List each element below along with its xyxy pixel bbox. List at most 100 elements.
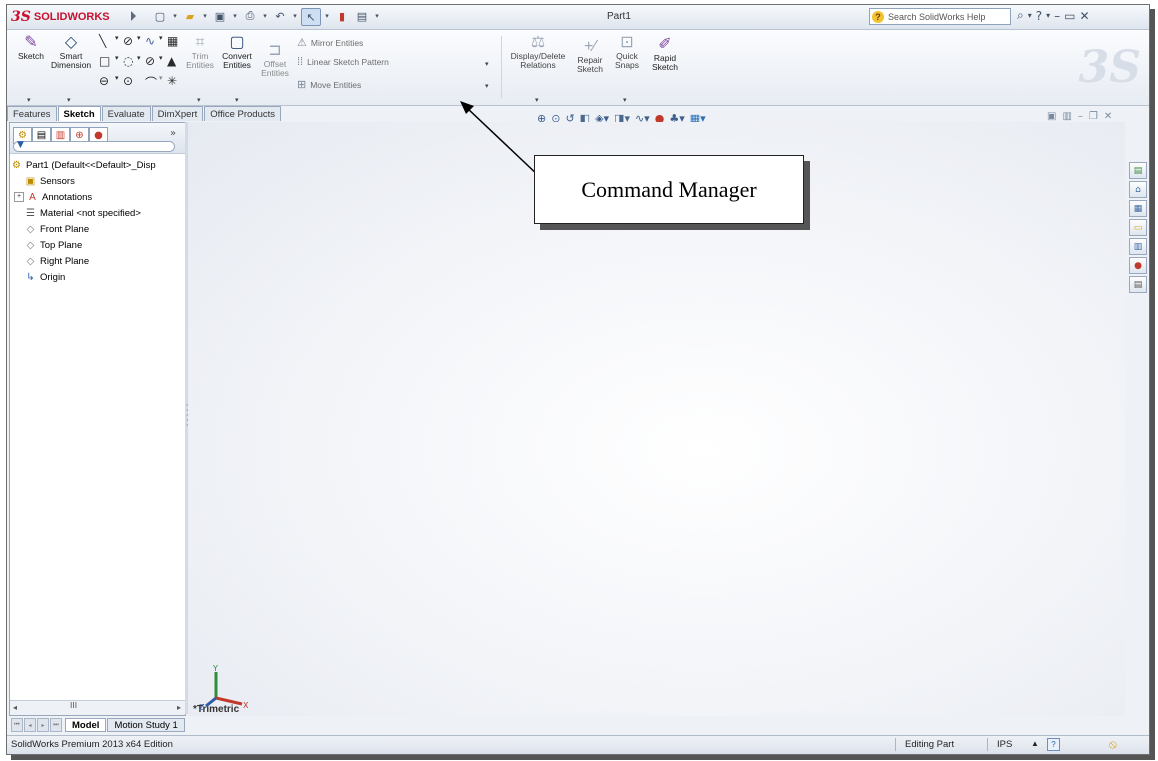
- tree-item-sensors[interactable]: ▣ Sensors: [10, 173, 185, 189]
- save-icon[interactable]: ▣: [211, 8, 229, 24]
- chevron-down-icon[interactable]: ▾: [201, 8, 209, 24]
- tree-item-material[interactable]: ☰ Material <not specified>: [10, 205, 185, 221]
- slot-icon[interactable]: ⊖: [99, 74, 109, 88]
- tree-item-origin[interactable]: ↳ Origin: [10, 269, 185, 285]
- options-icon[interactable]: ▤: [353, 8, 371, 24]
- chevron-down-icon[interactable]: ▾: [27, 96, 31, 104]
- tree-item-front-plane[interactable]: ◇ Front Plane: [10, 221, 185, 237]
- chevron-down-icon[interactable]: ▾: [1028, 11, 1032, 20]
- tab-office-products[interactable]: Office Products: [204, 106, 282, 121]
- sketch-text-icon[interactable]: ▲: [167, 54, 176, 68]
- tree-item-right-plane[interactable]: ◇ Right Plane: [10, 253, 185, 269]
- chevron-down-icon[interactable]: ▾: [323, 8, 331, 24]
- open-icon[interactable]: ▰: [181, 8, 199, 24]
- rapid-sketch-button[interactable]: ✐ Rapid Sketch: [647, 36, 683, 72]
- tile-icon[interactable]: ▣: [1047, 111, 1056, 122]
- mirror-entities-button[interactable]: ⚠ Mirror Entities: [297, 36, 363, 49]
- help-search-input[interactable]: ? Search SolidWorks Help: [869, 8, 1011, 25]
- chevron-down-icon[interactable]: ▾: [67, 96, 71, 104]
- tile-vertical-icon[interactable]: ▥: [1062, 111, 1071, 122]
- chevron-down-icon[interactable]: ▾: [115, 54, 119, 62]
- file-explorer-icon[interactable]: ▦: [1129, 200, 1147, 217]
- scroll-right-icon[interactable]: ▸: [177, 703, 181, 712]
- polygon-icon[interactable]: ⊙: [123, 74, 133, 88]
- ellipse-icon[interactable]: ⊘: [145, 54, 155, 68]
- first-tab-icon[interactable]: ⏮: [11, 718, 23, 732]
- folder-icon[interactable]: ▭: [1129, 219, 1147, 236]
- tab-evaluate[interactable]: Evaluate: [101, 106, 151, 121]
- help-icon[interactable]: ?: [1036, 9, 1042, 23]
- offset-entities-button[interactable]: ⊐ Offset Entities: [257, 42, 293, 78]
- rebuild-status-icon[interactable]: ⦸: [1109, 737, 1117, 752]
- close-icon[interactable]: ✕: [1079, 9, 1089, 23]
- chevron-down-icon[interactable]: ▾: [535, 96, 539, 104]
- chevron-down-icon[interactable]: ▾: [1046, 11, 1050, 20]
- repair-sketch-button[interactable]: +⁄ Repair Sketch: [573, 38, 607, 74]
- rebuild-icon[interactable]: ▮: [333, 8, 351, 24]
- chevron-down-icon[interactable]: ▾: [171, 8, 179, 24]
- chevron-down-icon[interactable]: ▾: [159, 74, 163, 82]
- move-entities-button[interactable]: ⊞ Move Entities: [297, 78, 361, 91]
- search-icon[interactable]: ⌕: [1017, 8, 1024, 23]
- tree-item-annotations[interactable]: + A Annotations: [10, 189, 185, 205]
- menu-expand-icon[interactable]: [131, 11, 136, 21]
- display-delete-relations-button[interactable]: ⚖ Display/Delete Relations: [505, 34, 571, 70]
- minimize-icon[interactable]: –: [1054, 9, 1060, 23]
- line-icon[interactable]: ╲: [99, 34, 106, 48]
- more-tabs-icon[interactable]: »: [170, 128, 176, 139]
- chevron-down-icon[interactable]: ▾: [115, 34, 119, 42]
- spline-icon[interactable]: ∿: [145, 34, 155, 48]
- tab-model[interactable]: Model: [65, 718, 107, 732]
- feature-filter-input[interactable]: ▼: [13, 140, 175, 152]
- text-icon[interactable]: ▦: [167, 34, 178, 48]
- tab-dimxpert[interactable]: DimXpert: [151, 106, 204, 121]
- chevron-down-icon[interactable]: ▾: [373, 8, 381, 24]
- tree-item-top-plane[interactable]: ◇ Top Plane: [10, 237, 185, 253]
- appearances-icon[interactable]: ●: [1129, 257, 1147, 274]
- solidworks-logo[interactable]: 3S SOLIDWORKS: [11, 8, 129, 25]
- custom-properties-icon[interactable]: ▤: [1129, 276, 1147, 293]
- expand-icon[interactable]: +: [14, 192, 24, 202]
- panel-horizontal-scrollbar[interactable]: ◂ III ▸: [10, 700, 185, 715]
- tree-root-part[interactable]: ⚙ Part1 (Default<<Default>_Disp: [10, 157, 185, 173]
- tab-motion-study[interactable]: Motion Study 1: [107, 718, 185, 732]
- chevron-down-icon[interactable]: ▾: [235, 96, 239, 104]
- scroll-thumb-grip[interactable]: III: [70, 701, 77, 710]
- rectangle-icon[interactable]: □: [99, 54, 110, 68]
- minimize-icon[interactable]: –: [1078, 111, 1083, 122]
- undo-icon[interactable]: ↶: [271, 8, 289, 24]
- linear-sketch-pattern-button[interactable]: ⁞⁞ Linear Sketch Pattern: [297, 56, 389, 68]
- chevron-down-icon[interactable]: ▾: [261, 8, 269, 24]
- units-selector[interactable]: IPS: [997, 739, 1012, 750]
- smart-dimension-button[interactable]: ◇ Smart Dimension: [51, 34, 91, 70]
- close-icon[interactable]: ✕: [1104, 111, 1112, 122]
- tab-features[interactable]: Features: [7, 106, 57, 121]
- design-library-icon[interactable]: ⌂: [1129, 181, 1147, 198]
- chevron-down-icon[interactable]: ▾: [137, 54, 141, 62]
- chevron-down-icon[interactable]: ▾: [137, 34, 141, 42]
- fillet-icon[interactable]: ⌒: [145, 74, 157, 91]
- print-icon[interactable]: ⎙: [241, 8, 259, 24]
- chevron-down-icon[interactable]: ▾: [485, 60, 489, 68]
- restore-icon[interactable]: ▭: [1064, 9, 1075, 23]
- sketch-button[interactable]: ✎ Sketch: [13, 34, 49, 61]
- last-tab-icon[interactable]: ⏭: [50, 718, 62, 732]
- tab-sketch[interactable]: Sketch: [57, 106, 101, 121]
- restore-icon[interactable]: ❐: [1089, 111, 1098, 122]
- trim-entities-button[interactable]: ⌗ Trim Entities: [183, 34, 217, 70]
- view-palette-icon[interactable]: ▥: [1129, 238, 1147, 255]
- point-icon[interactable]: ✳: [167, 74, 177, 88]
- convert-entities-button[interactable]: ▢ Convert Entities: [217, 34, 257, 70]
- chevron-down-icon[interactable]: ▾: [197, 96, 201, 104]
- chevron-down-icon[interactable]: ▾: [159, 34, 163, 42]
- chevron-down-icon[interactable]: ▾: [115, 74, 119, 82]
- arc-icon[interactable]: ◌: [123, 54, 133, 68]
- chevron-down-icon[interactable]: ▾: [623, 96, 627, 104]
- chevron-up-icon[interactable]: ▲: [1031, 739, 1039, 748]
- scroll-left-icon[interactable]: ◂: [13, 703, 17, 712]
- quick-tips-icon[interactable]: ?: [1047, 738, 1060, 751]
- new-icon[interactable]: ▢: [151, 8, 169, 24]
- chevron-down-icon[interactable]: ▾: [159, 54, 163, 62]
- prev-tab-icon[interactable]: ◂: [24, 718, 36, 732]
- next-tab-icon[interactable]: ▸: [37, 718, 49, 732]
